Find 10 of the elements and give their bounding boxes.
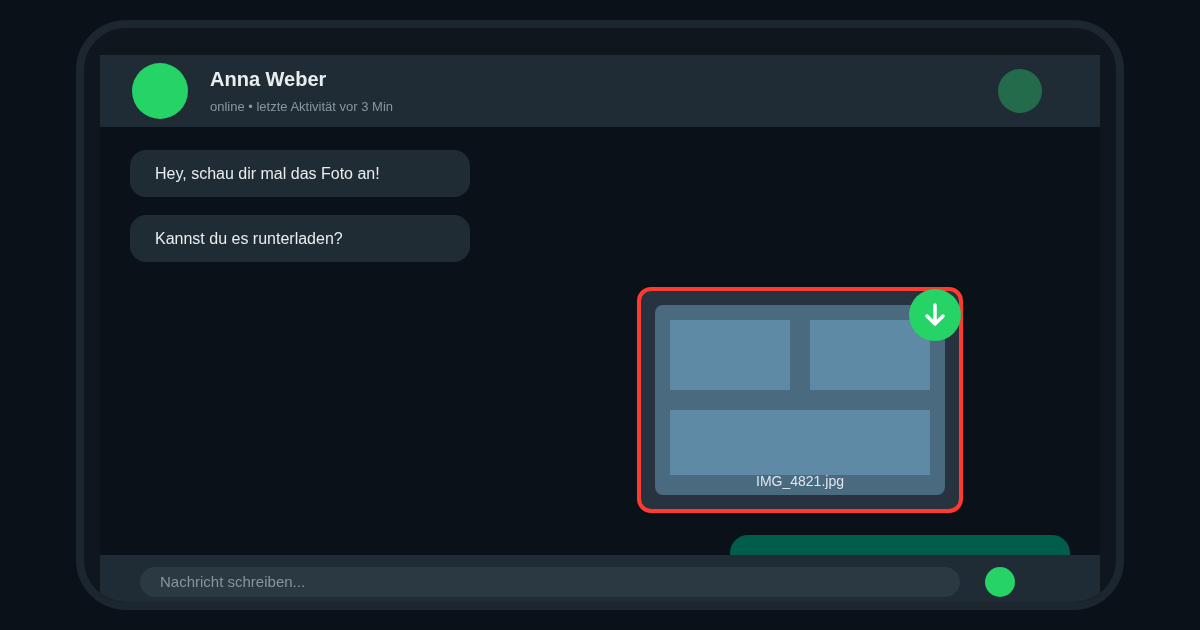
avatar (132, 63, 188, 119)
message-bubble: Hey, schau dir mal das Foto an! (130, 150, 470, 197)
download-button[interactable] (909, 289, 961, 341)
contact-name: Anna Weber (210, 68, 328, 91)
file-name: IMG_4821.jpg (756, 473, 844, 489)
send-button[interactable] (985, 566, 1015, 597)
contact-status: online • letzte Aktivität vor 3 Min (210, 99, 395, 114)
message-input[interactable]: Nachricht schreiben... (140, 566, 960, 597)
message-bubble: Kannst du es runterladen? (130, 215, 470, 262)
download-icon (922, 302, 948, 328)
